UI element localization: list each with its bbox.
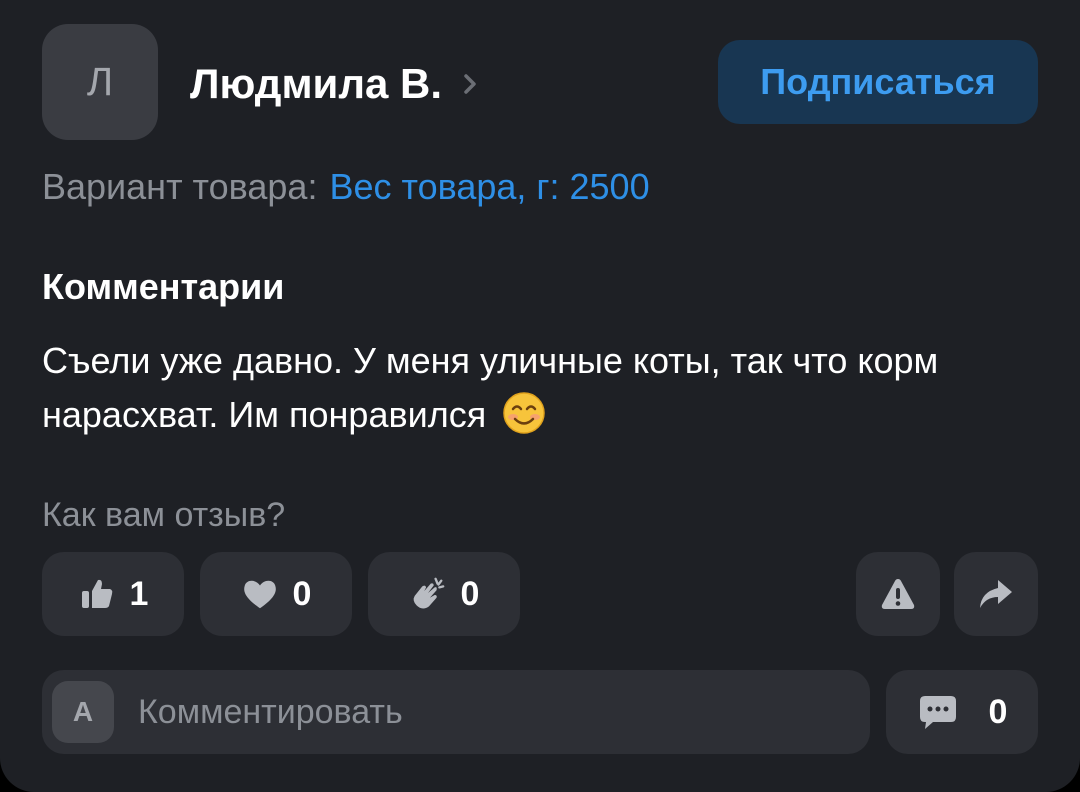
thumbs-up-icon	[78, 575, 116, 613]
variant-value[interactable]: Вес товара, г: 2500	[329, 166, 649, 208]
comments-count-button[interactable]: 0	[886, 670, 1038, 754]
report-warning-icon	[879, 575, 917, 613]
speech-bubble-icon	[917, 693, 959, 731]
like-button[interactable]: 1	[42, 552, 184, 636]
report-button[interactable]	[856, 552, 940, 636]
heart-count: 0	[292, 574, 312, 613]
variant-label: Вариант товара:	[42, 166, 318, 207]
smiling-face-emoji-icon	[502, 391, 546, 435]
comment-input-placeholder: Комментировать	[138, 692, 403, 731]
review-comment-text: Съели уже давно. У меня уличные коты, та…	[42, 340, 939, 435]
review-helpful-question: Как вам отзыв?	[42, 495, 286, 534]
author-initial: Л	[86, 59, 114, 104]
clap-reaction-button[interactable]: 0	[368, 552, 520, 636]
heart-reaction-button[interactable]: 0	[200, 552, 352, 636]
comments-count: 0	[988, 692, 1008, 731]
chevron-right-icon	[462, 72, 484, 96]
comment-input-field[interactable]: А Комментировать	[42, 670, 870, 754]
clap-count: 0	[460, 574, 480, 613]
heart-icon	[241, 575, 279, 613]
author-link[interactable]: Людмила В.	[190, 54, 484, 114]
current-user-avatar: А	[52, 681, 114, 743]
author-avatar[interactable]: Л	[42, 24, 158, 140]
review-card: Л Людмила В. Подписаться Вариант товара:…	[0, 0, 1080, 792]
comments-heading: Комментарии	[42, 266, 285, 307]
product-variant: Вариант товара: Вес товара, г: 2500	[42, 162, 650, 212]
share-arrow-icon	[977, 575, 1015, 613]
author-name: Людмила В.	[190, 60, 443, 107]
share-button[interactable]	[954, 552, 1038, 636]
review-comment: Съели уже давно. У меня уличные коты, та…	[42, 334, 1002, 442]
like-count: 1	[129, 574, 149, 613]
clapping-hands-icon	[409, 575, 447, 613]
subscribe-button[interactable]: Подписаться	[718, 40, 1038, 124]
